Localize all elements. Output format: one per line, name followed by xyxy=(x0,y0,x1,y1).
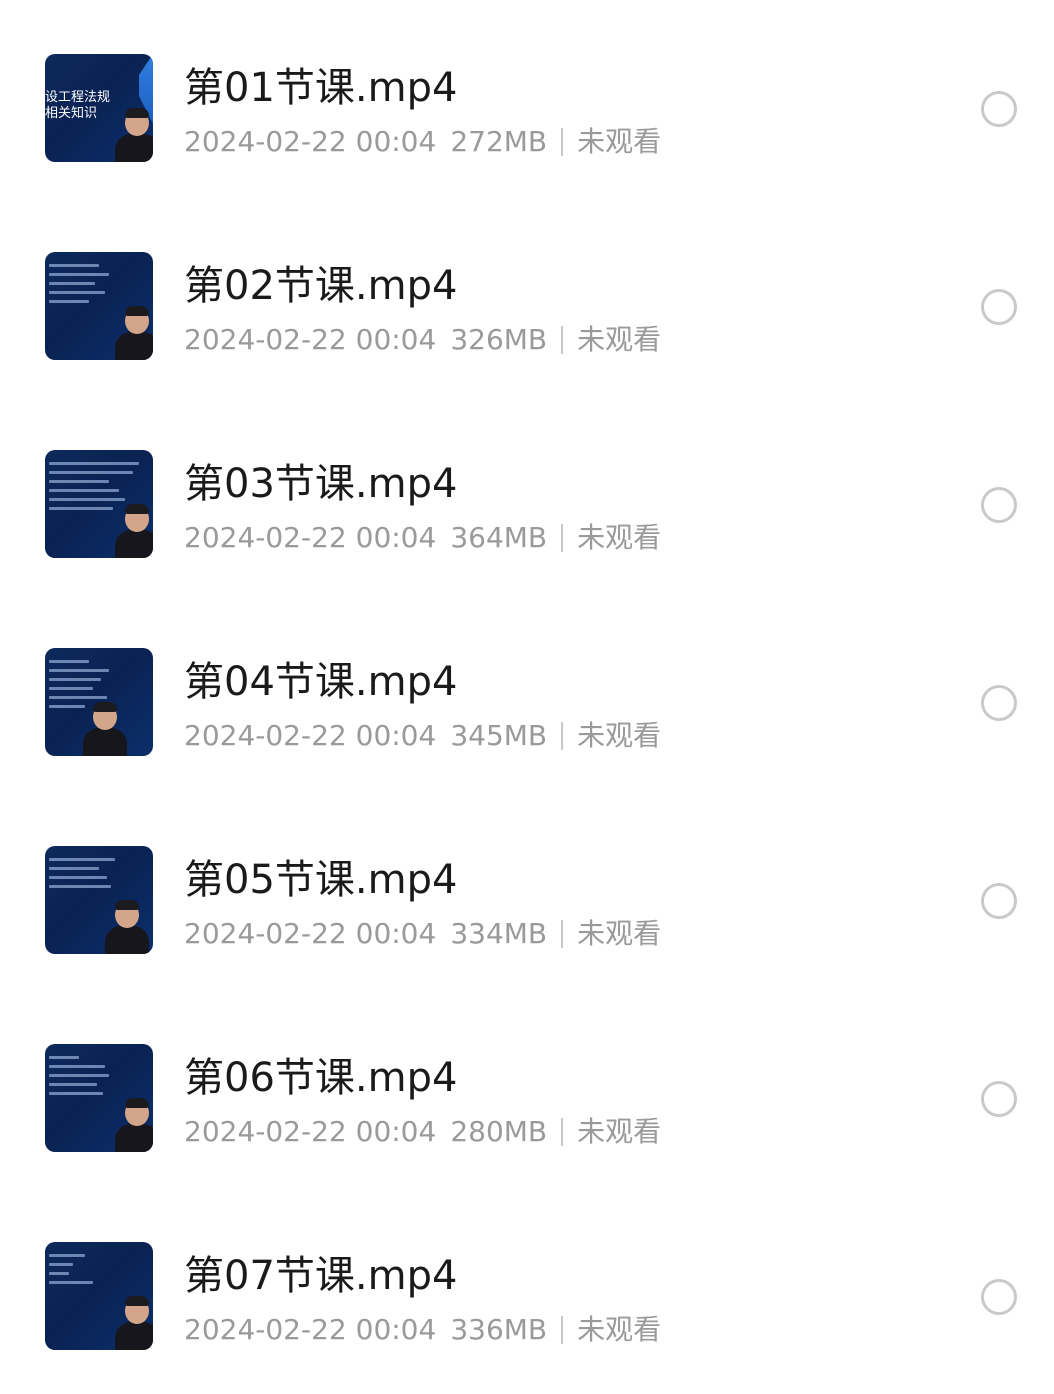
file-name[interactable]: 第03节课.mp4 xyxy=(184,460,457,508)
divider xyxy=(561,326,564,354)
file-meta: 2024-02-22 00:04 272MB 未观看 xyxy=(184,124,661,160)
file-size: 364MB xyxy=(450,521,548,554)
radio-unchecked-icon[interactable] xyxy=(981,289,1017,325)
watch-status: 未观看 xyxy=(577,1313,662,1346)
file-name[interactable]: 第01节课.mp4 xyxy=(184,64,457,112)
divider xyxy=(561,920,564,948)
divider xyxy=(561,524,564,552)
file-size: 280MB xyxy=(450,1115,548,1148)
presenter-figure xyxy=(115,106,153,162)
divider xyxy=(561,1118,564,1146)
presenter-figure xyxy=(115,502,153,558)
radio-unchecked-icon[interactable] xyxy=(981,487,1017,523)
file-date: 2024-02-22 00:04 xyxy=(184,323,437,356)
slide-text xyxy=(49,858,119,894)
file-name[interactable]: 第07节课.mp4 xyxy=(184,1252,457,1300)
list-item[interactable]: 第02节课.mp4 2024-02-22 00:04 326MB 未观看 xyxy=(0,206,1054,404)
file-meta: 2024-02-22 00:04 336MB 未观看 xyxy=(184,1312,661,1348)
file-meta: 2024-02-22 00:04 280MB 未观看 xyxy=(184,1114,661,1150)
file-meta: 2024-02-22 00:04 334MB 未观看 xyxy=(184,916,661,952)
presenter-figure xyxy=(83,700,127,756)
file-name[interactable]: 第04节课.mp4 xyxy=(184,658,457,706)
file-date: 2024-02-22 00:04 xyxy=(184,125,437,158)
watch-status: 未观看 xyxy=(577,917,662,950)
radio-unchecked-icon[interactable] xyxy=(981,1279,1017,1315)
video-thumbnail[interactable] xyxy=(45,252,153,360)
list-item[interactable]: 第04节课.mp4 2024-02-22 00:04 345MB 未观看 xyxy=(0,602,1054,800)
radio-unchecked-icon[interactable] xyxy=(981,883,1017,919)
file-meta: 2024-02-22 00:04 364MB 未观看 xyxy=(184,520,661,556)
file-size: 272MB xyxy=(450,125,548,158)
presenter-figure xyxy=(115,1096,153,1152)
file-size: 336MB xyxy=(450,1313,548,1346)
list-item[interactable]: 第07节课.mp4 2024-02-22 00:04 336MB 未观看 xyxy=(0,1196,1054,1394)
file-size: 345MB xyxy=(450,719,548,752)
presenter-figure xyxy=(115,304,153,360)
file-name[interactable]: 第05节课.mp4 xyxy=(184,856,457,904)
video-thumbnail[interactable] xyxy=(45,846,153,954)
file-date: 2024-02-22 00:04 xyxy=(184,719,437,752)
watch-status: 未观看 xyxy=(577,719,662,752)
presenter-figure xyxy=(115,1294,153,1350)
radio-unchecked-icon[interactable] xyxy=(981,1081,1017,1117)
file-date: 2024-02-22 00:04 xyxy=(184,917,437,950)
divider xyxy=(561,1316,564,1344)
list-item[interactable]: 设工程法规 相关知识 第01节课.mp4 2024-02-22 00:04 272M… xyxy=(0,8,1054,206)
file-size: 326MB xyxy=(450,323,548,356)
file-name[interactable]: 第02节课.mp4 xyxy=(184,262,457,310)
watch-status: 未观看 xyxy=(577,1115,662,1148)
file-meta: 2024-02-22 00:04 345MB 未观看 xyxy=(184,718,661,754)
video-thumbnail[interactable] xyxy=(45,1044,153,1152)
divider xyxy=(561,128,564,156)
video-thumbnail[interactable]: 设工程法规 相关知识 xyxy=(45,54,153,162)
file-date: 2024-02-22 00:04 xyxy=(184,1115,437,1148)
file-size: 334MB xyxy=(450,917,548,950)
file-date: 2024-02-22 00:04 xyxy=(184,521,437,554)
file-list: 设工程法规 相关知识 第01节课.mp4 2024-02-22 00:04 272M… xyxy=(0,8,1054,1394)
radio-unchecked-icon[interactable] xyxy=(981,685,1017,721)
list-item[interactable]: 第05节课.mp4 2024-02-22 00:04 334MB 未观看 xyxy=(0,800,1054,998)
file-meta: 2024-02-22 00:04 326MB 未观看 xyxy=(184,322,661,358)
list-item[interactable]: 第03节课.mp4 2024-02-22 00:04 364MB 未观看 xyxy=(0,404,1054,602)
video-thumbnail[interactable] xyxy=(45,648,153,756)
slide-text xyxy=(49,1254,119,1290)
watch-status: 未观看 xyxy=(577,323,662,356)
video-thumbnail[interactable] xyxy=(45,1242,153,1350)
slide-text xyxy=(49,1056,119,1101)
radio-unchecked-icon[interactable] xyxy=(981,91,1017,127)
slide-text xyxy=(49,264,119,309)
file-name[interactable]: 第06节课.mp4 xyxy=(184,1054,457,1102)
list-item[interactable]: 第06节课.mp4 2024-02-22 00:04 280MB 未观看 xyxy=(0,998,1054,1196)
file-date: 2024-02-22 00:04 xyxy=(184,1313,437,1346)
video-thumbnail[interactable] xyxy=(45,450,153,558)
watch-status: 未观看 xyxy=(577,125,662,158)
watch-status: 未观看 xyxy=(577,521,662,554)
divider xyxy=(561,722,564,750)
thumbnail-title: 设工程法规 相关知识 xyxy=(45,90,111,121)
presenter-figure xyxy=(105,898,149,954)
